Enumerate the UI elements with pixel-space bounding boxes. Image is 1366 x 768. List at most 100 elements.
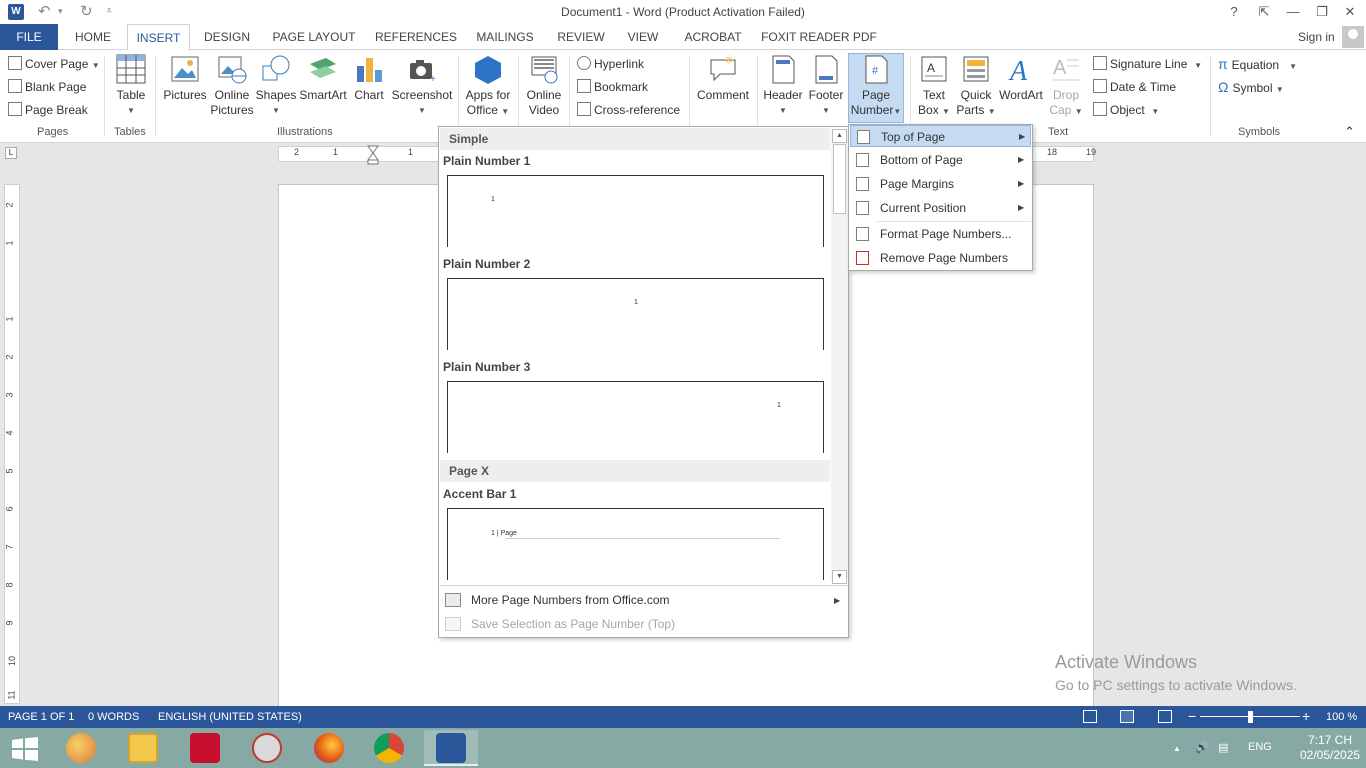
comment-button[interactable]: ✳ Comment	[694, 53, 752, 103]
cross-reference-button[interactable]: Cross-reference	[577, 100, 680, 120]
avatar[interactable]	[1342, 26, 1364, 48]
firefox-icon[interactable]	[302, 730, 356, 766]
customize-qat-icon[interactable]: ⩡	[106, 5, 112, 18]
undo-icon[interactable]: ↶	[38, 2, 51, 20]
word-count[interactable]: 0 WORDS	[88, 711, 139, 723]
wordart-button[interactable]: A WordArt	[998, 54, 1044, 103]
tab-page-layout[interactable]: PAGE LAYOUT	[266, 24, 362, 50]
snipping-tool-icon[interactable]	[240, 730, 294, 766]
zoom-in-button[interactable]: +	[1302, 708, 1310, 724]
divider	[440, 585, 848, 586]
menu-item-current-position[interactable]: Current Position ▶	[850, 197, 1031, 219]
tab-insert[interactable]: INSERT	[127, 24, 190, 51]
online-pictures-button[interactable]: Online Pictures	[209, 54, 255, 118]
gallery-item-title: Plain Number 2	[443, 257, 531, 271]
tab-foxit-reader-pdf[interactable]: FOXIT READER PDF	[759, 24, 879, 50]
save-selection-item[interactable]: Save Selection as Page Number (Top)	[471, 617, 675, 631]
paint-icon[interactable]	[54, 730, 108, 766]
signature-line-button[interactable]: Signature Line ▼	[1093, 54, 1202, 74]
tab-file[interactable]: FILE	[0, 24, 58, 50]
page-break-button[interactable]: Page Break	[8, 100, 88, 120]
adobe-reader-icon[interactable]	[178, 730, 232, 766]
help-button[interactable]: ?	[1220, 2, 1248, 22]
scrollbar-thumb[interactable]	[833, 144, 846, 214]
text-box-button[interactable]: A Text Box ▼	[914, 54, 954, 119]
quick-parts-button[interactable]: Quick Parts ▼	[955, 54, 997, 119]
chrome-icon[interactable]	[362, 730, 416, 766]
clock[interactable]: 7:17 CH 02/05/2025	[1300, 733, 1360, 763]
header-button[interactable]: Header ▼	[762, 54, 804, 118]
ribbon-display-options-icon[interactable]: ⇱	[1250, 2, 1278, 22]
tab-selector[interactable]: L	[5, 147, 17, 159]
bookmark-button[interactable]: Bookmark	[577, 77, 648, 97]
online-video-button[interactable]: Online Video	[522, 54, 566, 118]
language-indicator[interactable]: ENGLISH (UNITED STATES)	[158, 711, 302, 723]
blank-page-button[interactable]: Blank Page	[8, 77, 86, 97]
collapse-ribbon-icon[interactable]: ⌃	[1344, 122, 1355, 142]
menu-item-bottom-of-page[interactable]: Bottom of Page ▶	[850, 149, 1031, 171]
undo-dropdown-icon[interactable]: ▾	[58, 6, 63, 17]
tab-home[interactable]: HOME	[66, 24, 120, 50]
chart-button[interactable]: Chart	[350, 54, 388, 103]
scroll-up-icon[interactable]: ▲	[832, 129, 847, 143]
tab-view[interactable]: VIEW	[619, 24, 667, 50]
page-margins-icon	[856, 177, 869, 191]
menu-item-page-margins[interactable]: Page Margins ▶	[850, 173, 1031, 195]
ruler-number: 4	[4, 430, 15, 436]
gallery-item-plain-number-2[interactable]: 1	[447, 278, 824, 350]
tab-design[interactable]: DESIGN	[198, 24, 256, 50]
drop-cap-button[interactable]: A Drop Cap ▼	[1046, 54, 1086, 119]
gallery-item-plain-number-3[interactable]: 1	[447, 381, 824, 453]
menu-item-remove-page-numbers[interactable]: Remove Page Numbers	[850, 247, 1031, 269]
zoom-slider-thumb[interactable]	[1248, 711, 1253, 723]
tab-review[interactable]: REVIEW	[551, 24, 611, 50]
language-tray[interactable]: ENG	[1248, 741, 1272, 753]
show-hidden-icons[interactable]: ▲	[1173, 744, 1181, 753]
gallery-item-accent-bar-1[interactable]: 1 | Page	[447, 508, 824, 580]
word-app-icon[interactable]: W	[8, 4, 24, 20]
scroll-down-icon[interactable]: ▼	[832, 570, 847, 584]
sign-in-link[interactable]: Sign in	[1298, 30, 1335, 44]
tab-references[interactable]: REFERENCES	[372, 24, 460, 50]
apps-for-office-button[interactable]: Apps for Office ▼	[462, 54, 514, 119]
equation-button[interactable]: π Equation ▼	[1218, 54, 1297, 74]
indent-marker-icon[interactable]	[367, 145, 379, 165]
network-icon[interactable]: ▤	[1218, 741, 1228, 754]
file-explorer-icon[interactable]	[116, 730, 170, 766]
tab-mailings[interactable]: MAILINGS	[468, 24, 542, 50]
page-count[interactable]: PAGE 1 OF 1	[8, 711, 74, 723]
cover-page-icon	[8, 56, 22, 70]
menu-item-top-of-page[interactable]: Top of Page ▶	[850, 125, 1031, 147]
cover-page-button[interactable]: Cover Page ▼	[8, 54, 100, 74]
windows-start-icon[interactable]	[0, 730, 54, 766]
print-layout-icon[interactable]	[1120, 710, 1134, 723]
close-button[interactable]: ✕	[1336, 2, 1364, 22]
redo-icon[interactable]: ↻	[80, 2, 93, 20]
word-taskbar-icon[interactable]	[424, 730, 478, 766]
minimize-button[interactable]: —	[1279, 2, 1307, 22]
smartart-button[interactable]: SmartArt	[297, 54, 349, 103]
pictures-button[interactable]: Pictures	[162, 54, 208, 103]
footer-button[interactable]: Footer ▼	[805, 54, 847, 118]
blank-page-icon	[8, 79, 22, 93]
pi-icon: π	[1218, 56, 1228, 72]
object-button[interactable]: Object ▼	[1093, 100, 1159, 120]
table-button[interactable]: Table ▼	[112, 54, 150, 118]
gallery-item-plain-number-1[interactable]: 1	[447, 175, 824, 247]
web-layout-icon[interactable]	[1158, 710, 1172, 723]
shapes-button[interactable]: Shapes ▼	[255, 54, 297, 118]
read-mode-icon[interactable]	[1083, 710, 1097, 723]
zoom-level[interactable]: 100 %	[1326, 711, 1357, 723]
volume-icon[interactable]: 🔊	[1195, 741, 1209, 754]
screenshot-button[interactable]: + Screenshot ▼	[390, 54, 454, 118]
page-number-button-content[interactable]: # Page Number▼	[848, 54, 904, 119]
hyperlink-button[interactable]: Hyperlink	[577, 54, 644, 74]
more-page-numbers-item[interactable]: More Page Numbers from Office.com	[471, 593, 670, 607]
tab-acrobat[interactable]: ACROBAT	[677, 24, 749, 50]
menu-item-format-page-numbers[interactable]: Format Page Numbers...	[850, 223, 1031, 245]
restore-button[interactable]: ❐	[1308, 2, 1336, 22]
vertical-ruler[interactable]	[4, 184, 20, 704]
symbol-button[interactable]: Ω Symbol ▼	[1218, 77, 1284, 97]
zoom-out-button[interactable]: −	[1188, 708, 1196, 724]
date-time-button[interactable]: Date & Time	[1093, 77, 1176, 97]
